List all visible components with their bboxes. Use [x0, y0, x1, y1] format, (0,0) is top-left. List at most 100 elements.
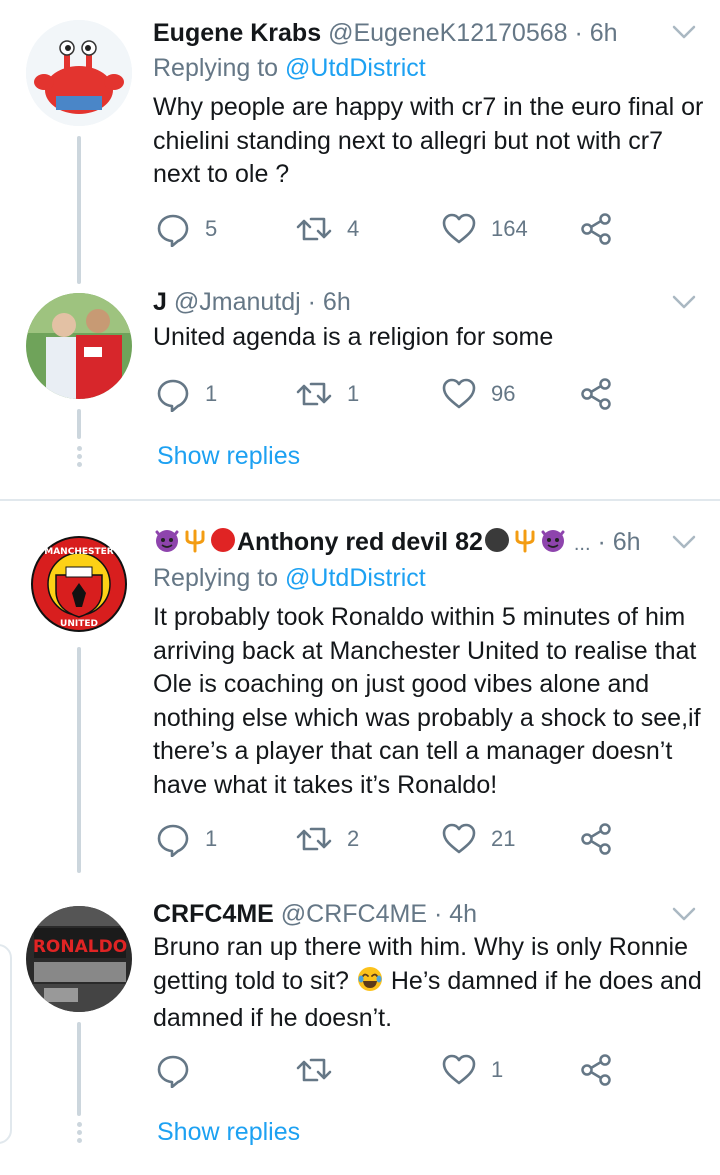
- like-button[interactable]: 96: [441, 374, 515, 414]
- tweet-text: Why people are happy with cr7 in the eur…: [153, 93, 704, 188]
- mention-link[interactable]: @UtdDistrict: [285, 564, 426, 592]
- reply-icon: [157, 824, 189, 857]
- like-count: 21: [491, 826, 516, 851]
- display-name[interactable]: J: [153, 288, 167, 316]
- trident-emoji-icon: [511, 526, 539, 564]
- timestamp[interactable]: 6h: [613, 528, 641, 556]
- retweet-button[interactable]: [295, 1050, 347, 1090]
- like-icon: [442, 823, 476, 854]
- like-button[interactable]: 1: [441, 1050, 503, 1090]
- retweet-icon: [296, 217, 332, 241]
- like-button[interactable]: 164: [441, 209, 528, 249]
- thread-line: [77, 1022, 81, 1116]
- show-replies-link[interactable]: Show replies: [157, 442, 300, 471]
- retweet-count: 1: [347, 381, 360, 406]
- like-count: 1: [491, 1057, 504, 1082]
- avatar-badge-text-top: MANCHESTER: [44, 547, 114, 557]
- like-button[interactable]: 21: [441, 819, 515, 859]
- laughing-emoji-icon: [356, 965, 384, 1003]
- share-icon: [581, 213, 611, 245]
- thread-dots: [75, 1122, 83, 1146]
- chevron-down-icon[interactable]: [670, 288, 698, 316]
- separator-dot: ·: [597, 528, 606, 556]
- retweet-icon: [296, 382, 332, 406]
- avatar-badge-text-bottom: UNITED: [60, 619, 98, 629]
- replying-to-label: Replying to: [153, 54, 279, 82]
- avatar[interactable]: [26, 20, 132, 126]
- replying-to: Replying to @UtdDistrict: [153, 561, 426, 595]
- share-button[interactable]: [579, 209, 615, 249]
- tweet-text: United agenda is a religion for some: [153, 323, 554, 351]
- thread-dots: [75, 446, 83, 470]
- avatar[interactable]: [26, 293, 132, 399]
- retweet-button[interactable]: 4: [295, 209, 359, 249]
- reply-icon: [157, 1055, 189, 1088]
- mention-link[interactable]: @UtdDistrict: [285, 54, 426, 82]
- retweet-icon: [296, 1058, 332, 1082]
- like-count: 164: [491, 216, 528, 241]
- tweet-text: It probably took Ronaldo within 5 minute…: [153, 603, 701, 799]
- devil-emoji-icon: [153, 526, 181, 564]
- share-icon: [581, 1054, 611, 1086]
- reply-button[interactable]: 1: [155, 374, 217, 414]
- tweet-header: J @Jmanutdj · 6h: [153, 284, 351, 320]
- chevron-down-icon[interactable]: [670, 900, 698, 928]
- tweet-actions: 1 1 96: [155, 374, 625, 414]
- screen-edge: [0, 944, 12, 1144]
- reply-button[interactable]: 1: [155, 819, 217, 859]
- timestamp[interactable]: 6h: [323, 288, 351, 316]
- display-name[interactable]: CRFC4ME: [153, 900, 274, 928]
- reply-count: 5: [205, 216, 218, 241]
- display-name[interactable]: Eugene Krabs: [153, 19, 321, 47]
- retweet-button[interactable]: 2: [295, 819, 359, 859]
- tweet-header: Anthony red devil 82 ... · 6h: [153, 524, 641, 564]
- like-icon: [442, 378, 476, 409]
- retweet-count: 2: [347, 826, 360, 851]
- like-icon: [442, 1054, 476, 1085]
- timestamp[interactable]: 6h: [590, 19, 618, 47]
- avatar-badge-text: RONALDO: [33, 937, 127, 957]
- user-handle[interactable]: @EugeneK12170568: [328, 19, 567, 47]
- retweet-button[interactable]: 1: [295, 374, 359, 414]
- retweet-icon: [296, 827, 332, 851]
- tweet-actions: 5 4 164: [155, 209, 625, 249]
- separator-dot: ·: [574, 19, 583, 47]
- share-icon: [581, 378, 611, 410]
- black-circle-icon: [483, 526, 511, 564]
- user-handle[interactable]: @CRFC4ME: [281, 900, 427, 928]
- tweet-actions: 1: [155, 1050, 625, 1090]
- reply-count: 1: [205, 826, 218, 851]
- thread-line: [77, 136, 81, 284]
- tweet-header: CRFC4ME @CRFC4ME · 4h: [153, 896, 477, 932]
- thread-line: [77, 647, 81, 873]
- reply-count: 1: [205, 381, 218, 406]
- avatar[interactable]: MANCHESTER UNITED: [26, 531, 132, 637]
- devil-emoji-icon: [539, 526, 567, 564]
- reply-button[interactable]: 5: [155, 209, 217, 249]
- retweet-count: 4: [347, 216, 360, 241]
- reply-button[interactable]: [155, 1050, 205, 1090]
- tweet-header: Eugene Krabs @EugeneK12170568 · 6h: [153, 15, 618, 51]
- trident-emoji-icon: [181, 526, 209, 564]
- divider: [0, 499, 720, 501]
- user-handle[interactable]: ...: [574, 533, 591, 555]
- separator-dot: ·: [307, 288, 316, 316]
- show-replies-link[interactable]: Show replies: [157, 1118, 300, 1147]
- user-handle[interactable]: @Jmanutdj: [174, 288, 301, 316]
- like-count: 96: [491, 381, 516, 406]
- separator-dot: ·: [433, 900, 443, 928]
- tweet-text: Bruno ran up there with him. Why is only…: [153, 931, 708, 1036]
- chevron-down-icon[interactable]: [670, 528, 698, 556]
- chevron-down-icon[interactable]: [670, 18, 698, 46]
- share-button[interactable]: [579, 1050, 615, 1090]
- like-icon: [442, 213, 476, 244]
- reply-icon: [157, 379, 189, 412]
- replying-to-label: Replying to: [153, 564, 279, 592]
- reply-icon: [157, 214, 189, 247]
- share-button[interactable]: [579, 819, 615, 859]
- display-name[interactable]: Anthony red devil 82: [237, 528, 483, 556]
- share-button[interactable]: [579, 374, 615, 414]
- replying-to: Replying to @UtdDistrict: [153, 51, 426, 85]
- timestamp[interactable]: 4h: [449, 900, 477, 928]
- avatar[interactable]: RONALDO: [26, 906, 132, 1012]
